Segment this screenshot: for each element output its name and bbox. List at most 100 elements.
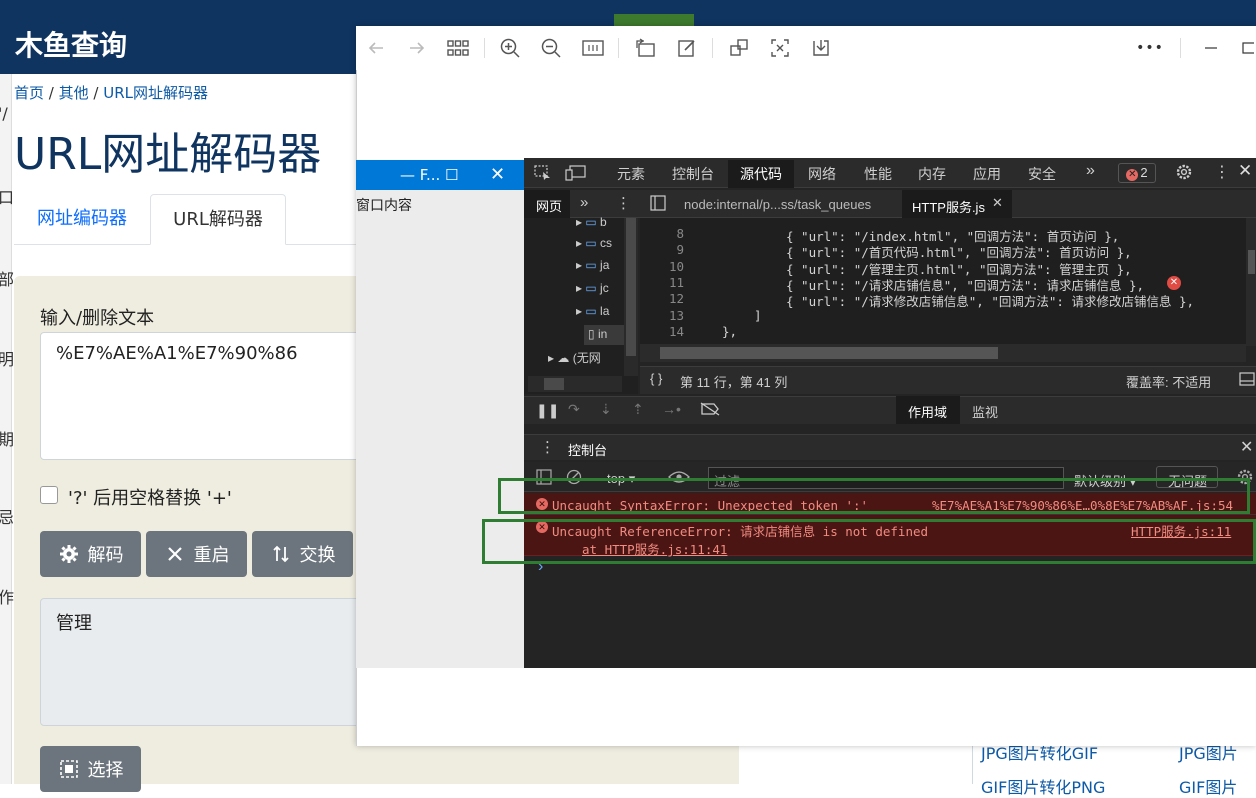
navigator-hscroll[interactable] bbox=[528, 376, 622, 392]
scan-icon[interactable] bbox=[768, 36, 792, 60]
tab-security[interactable]: 安全 bbox=[1028, 164, 1056, 184]
reset-button-label: 重启 bbox=[193, 545, 230, 566]
error-count-badge[interactable]: ✕ 2 bbox=[1118, 163, 1156, 183]
space-replace-label: '?' 后用空格替换 '+' bbox=[68, 488, 232, 509]
tab-elements[interactable]: 元素 bbox=[617, 164, 645, 184]
sources-tab-bar bbox=[524, 190, 1256, 218]
toolbar-separator bbox=[484, 38, 485, 58]
editor-vscroll[interactable] bbox=[1246, 218, 1256, 346]
breadcrumb-sep: / bbox=[88, 84, 104, 102]
line-number: 13 bbox=[668, 308, 684, 323]
toolbar-separator bbox=[712, 38, 713, 58]
tab-console[interactable]: 控制台 bbox=[672, 164, 714, 184]
coverage-status: 覆盖率: 不适用 bbox=[1126, 375, 1212, 390]
deactivate-breakpoints-icon[interactable] bbox=[700, 402, 720, 421]
tab-performance[interactable]: 性能 bbox=[864, 164, 892, 184]
pretty-print-icon[interactable]: { } bbox=[650, 371, 662, 386]
select-button[interactable]: 选择 bbox=[40, 746, 141, 792]
tab-sources[interactable]: 源代码 bbox=[740, 164, 782, 184]
tree-item-file[interactable]: ▯ in bbox=[588, 327, 607, 341]
tree-item[interactable]: ▸ ▭ jc bbox=[576, 281, 609, 295]
toggle-navigator-icon[interactable] bbox=[650, 195, 666, 216]
link-gif-to-png[interactable]: GIF图片转化PNG bbox=[981, 774, 1105, 798]
console-drawer-title[interactable]: 控制台 bbox=[568, 440, 607, 459]
close-drawer-icon[interactable]: ✕ bbox=[1240, 437, 1253, 457]
link-gif[interactable]: GIF图片 bbox=[1179, 774, 1237, 798]
grid-icon[interactable] bbox=[446, 36, 470, 60]
minimize-icon[interactable] bbox=[1199, 36, 1223, 60]
file-tab-task-queues[interactable]: node:internal/p...ss/task_queues bbox=[684, 197, 871, 212]
nav-menu-kebab-icon[interactable]: ⋮ bbox=[616, 194, 631, 212]
more-icon[interactable]: ••• bbox=[1136, 36, 1163, 60]
tree-item[interactable]: ▸ ▭ ja bbox=[576, 258, 609, 272]
editor-vscroll-thumb[interactable] bbox=[1248, 250, 1255, 274]
tree-item-network[interactable]: ▸ ☁ (无网 bbox=[548, 349, 601, 366]
step-into-icon[interactable]: ⇣ bbox=[600, 401, 612, 418]
swap-button[interactable]: 交换 bbox=[252, 531, 353, 577]
rotate-icon[interactable] bbox=[633, 36, 657, 60]
reset-button[interactable]: 重启 bbox=[146, 531, 247, 577]
maximize-icon[interactable] bbox=[1240, 36, 1256, 60]
close-file-tab-icon[interactable]: ✕ bbox=[992, 195, 1003, 211]
step-out-icon[interactable]: ⇡ bbox=[632, 401, 644, 418]
breadcrumb-current[interactable]: URL网址解码器 bbox=[103, 84, 208, 102]
toolbar-separator bbox=[618, 38, 619, 58]
forward-icon[interactable] bbox=[405, 36, 429, 60]
kebab-menu-icon[interactable]: ⋮ bbox=[1214, 162, 1230, 182]
viewer-toolbar bbox=[356, 26, 1256, 70]
strip-char: 部 bbox=[0, 270, 15, 289]
space-replace-checkbox[interactable] bbox=[40, 486, 58, 504]
tree-item[interactable]: ▸ ▭ la bbox=[576, 304, 609, 318]
inner-app-close-button[interactable]: ✕ bbox=[490, 164, 505, 185]
drawer-menu-kebab-icon[interactable]: ⋮ bbox=[540, 438, 555, 456]
pause-icon[interactable]: ❚❚ bbox=[536, 402, 559, 419]
crop-icon[interactable] bbox=[727, 36, 751, 60]
editor-hscroll-thumb[interactable] bbox=[660, 347, 998, 359]
breadcrumb-other[interactable]: 其他 bbox=[59, 84, 89, 102]
back-icon[interactable] bbox=[364, 36, 388, 60]
breadcrumb: 首页 / 其他 / URL网址解码器 bbox=[14, 82, 208, 103]
tab-url-decoder[interactable]: URL解码器 bbox=[150, 194, 286, 245]
fit-icon[interactable] bbox=[581, 36, 605, 60]
select-button-label: 选择 bbox=[87, 760, 124, 781]
cursor-position: 第 11 行，第 41 列 bbox=[680, 375, 788, 390]
breadcrumb-home[interactable]: 首页 bbox=[14, 84, 44, 102]
strip-char: '/ bbox=[0, 104, 8, 123]
more-nav-chevron-icon[interactable]: » bbox=[580, 194, 588, 211]
line-number: 9 bbox=[676, 242, 684, 257]
decode-button[interactable]: 解码 bbox=[40, 531, 141, 577]
navigator-hscroll-thumb[interactable] bbox=[544, 378, 564, 390]
edit-icon[interactable] bbox=[675, 36, 699, 60]
highlight-box bbox=[482, 519, 1256, 564]
nav-tab-page[interactable]: 网页 bbox=[536, 196, 562, 215]
tree-item[interactable]: ▸ ▭ b bbox=[576, 215, 607, 229]
strip-char: 作 bbox=[0, 588, 15, 607]
site-logo[interactable]: 木鱼查询 bbox=[15, 24, 127, 64]
toggle-panel-icon[interactable] bbox=[1239, 371, 1255, 392]
tab-watch[interactable]: 监视 bbox=[972, 402, 998, 421]
step-icon[interactable]: →• bbox=[662, 401, 681, 417]
line-number: 12 bbox=[668, 291, 684, 306]
tree-item[interactable]: ▸ ▭ cs bbox=[576, 236, 612, 250]
strip-char: 明 bbox=[0, 350, 15, 369]
zoom-in-icon[interactable] bbox=[498, 36, 522, 60]
tab-memory[interactable]: 内存 bbox=[918, 164, 946, 184]
close-devtools-icon[interactable]: ✕ bbox=[1238, 161, 1252, 181]
select-icon bbox=[58, 758, 80, 780]
tab-application[interactable]: 应用 bbox=[973, 164, 1001, 184]
inspect-icon[interactable] bbox=[534, 165, 552, 186]
tab-network[interactable]: 网络 bbox=[808, 164, 836, 184]
tab-url-encoder[interactable]: 网址编码器 bbox=[14, 194, 150, 245]
navigator-scroll-thumb[interactable] bbox=[626, 218, 636, 356]
file-tab-http-service[interactable]: HTTP服务.js bbox=[912, 197, 985, 216]
strip-char: 期 bbox=[0, 430, 15, 449]
save-icon[interactable] bbox=[809, 36, 833, 60]
tab-scope[interactable]: 作用域 bbox=[908, 402, 947, 421]
settings-gear-icon[interactable] bbox=[1175, 163, 1193, 186]
more-tabs-chevron-icon[interactable]: » bbox=[1086, 162, 1095, 180]
device-toggle-icon[interactable] bbox=[565, 165, 587, 186]
step-over-icon[interactable]: ↷ bbox=[568, 401, 580, 418]
inline-error-icon[interactable]: ✕ bbox=[1167, 276, 1181, 290]
swap-arrows-icon bbox=[270, 543, 292, 565]
zoom-out-icon[interactable] bbox=[539, 36, 563, 60]
